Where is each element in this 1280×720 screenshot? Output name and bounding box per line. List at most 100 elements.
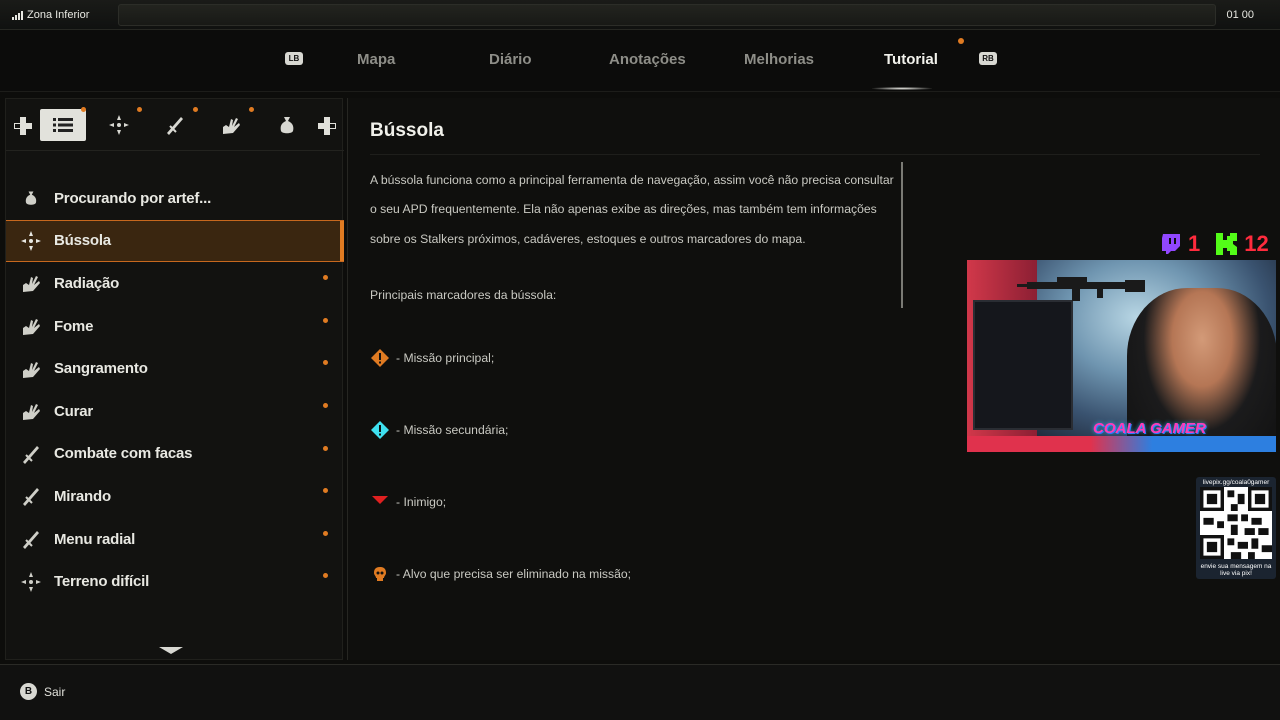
viewer-counts: 1 12	[1160, 231, 1269, 257]
marker-enemy: - Inimigo;	[370, 492, 446, 512]
tab-bar: LB Mapa Diário Anotações Melhorias Tutor…	[0, 30, 1280, 92]
red-triangle-icon	[370, 492, 390, 512]
new-indicator-dot	[323, 488, 328, 494]
tab-tutorial[interactable]: Tutorial	[884, 51, 938, 68]
hand-icon	[20, 315, 42, 337]
filter-all[interactable]	[40, 107, 86, 141]
twitch-viewer-count: 1	[1188, 231, 1201, 256]
compass-icon	[20, 571, 42, 593]
marker-side-mission: - Missão secundária;	[370, 420, 508, 440]
bag-icon	[20, 187, 42, 209]
donation-qr-panel: livepix.gg/coala0gamer envie sua mensage…	[1196, 477, 1276, 579]
twitch-icon	[1162, 234, 1180, 254]
new-indicator-dot	[323, 275, 328, 281]
skull-icon	[370, 564, 390, 584]
content-scrollbar[interactable]	[901, 162, 903, 308]
filter-items[interactable]	[264, 109, 310, 141]
dpad-left-icon[interactable]	[12, 115, 34, 137]
list-item-label: Combate com facas	[54, 445, 193, 463]
list-icon	[53, 118, 73, 132]
crosshair-icon	[109, 115, 129, 135]
list-item-label: Mirando	[54, 487, 111, 505]
marker-text: - Missão principal;	[396, 351, 495, 365]
hand-icon	[20, 358, 42, 380]
list-item[interactable]: Menu radial	[6, 518, 344, 561]
list-item-label: Radiação	[54, 274, 120, 292]
dpad-right-icon[interactable]	[316, 115, 338, 137]
marker-text: - Missão secundária;	[396, 423, 509, 437]
hud-frame-decoration	[118, 4, 1216, 26]
hand-icon	[20, 400, 42, 422]
new-indicator-dot	[323, 445, 328, 451]
content-paragraph: A bússola funciona como a principal ferr…	[370, 173, 894, 246]
bag-icon	[280, 117, 294, 134]
exit-label[interactable]: Sair	[44, 685, 65, 699]
clock: 01 00	[1226, 9, 1254, 21]
list-item[interactable]: Mirando	[6, 475, 344, 518]
bottom-bar: B Sair	[0, 664, 1280, 720]
title-divider	[370, 154, 1260, 155]
marker-text: - Inimigo;	[396, 495, 447, 509]
markers-subheading: Principais marcadores da bússola:	[370, 288, 557, 302]
orange-diamond-icon	[370, 348, 390, 368]
lb-button-badge[interactable]: LB	[285, 52, 303, 65]
content-title: Bússola	[370, 120, 444, 141]
filter-new-dot	[193, 107, 198, 112]
webcam-monitor	[973, 300, 1073, 430]
list-item-label: Procurando por artef...	[54, 189, 212, 207]
list-item[interactable]: Radiação	[6, 262, 344, 305]
b-button-icon[interactable]: B	[20, 683, 37, 700]
tab-anotacoes[interactable]: Anotações	[609, 51, 686, 68]
tutorial-list: Procurando por artef... Bússola Radiação…	[6, 177, 344, 603]
filter-new-dot	[249, 107, 254, 112]
marker-main-mission: - Missão principal;	[370, 348, 494, 368]
filter-new-dot	[81, 107, 86, 112]
list-item[interactable]: Terreno difícil	[6, 560, 344, 603]
zone-indicator: Zona Inferior	[12, 9, 89, 21]
list-item[interactable]: Procurando por artef...	[6, 177, 344, 220]
filter-new-dot	[137, 107, 142, 112]
webcam-frame-band	[967, 436, 1276, 452]
rifle-icon	[1017, 277, 1145, 301]
active-tab-indicator	[872, 87, 932, 90]
cyan-diamond-icon	[370, 420, 390, 440]
new-indicator-dot	[323, 317, 328, 323]
scroll-down-arrow-icon[interactable]	[159, 647, 183, 654]
list-item-selected[interactable]: Bússola	[6, 219, 344, 263]
knife-icon	[20, 485, 42, 507]
tab-mapa[interactable]: Mapa	[357, 51, 395, 68]
list-item[interactable]: Combate com facas	[6, 433, 344, 476]
hand-icon	[223, 118, 240, 134]
list-item[interactable]: Curar	[6, 390, 344, 433]
marker-target: - Alvo que precisa ser eliminado na miss…	[370, 564, 631, 584]
list-item-label: Terreno difícil	[54, 573, 150, 591]
new-indicator-dot	[323, 360, 328, 366]
list-item-label: Curar	[54, 402, 94, 420]
filter-survival[interactable]	[208, 107, 254, 141]
rb-button-badge[interactable]: RB	[979, 52, 997, 65]
webcam-overlay: COALA GAMER	[967, 260, 1276, 452]
new-indicator-dot	[323, 530, 328, 536]
stream-logo: COALA GAMER	[1093, 420, 1206, 437]
list-item[interactable]: Sangramento	[6, 347, 344, 390]
tab-notification-dot	[958, 38, 964, 44]
tab-diario[interactable]: Diário	[489, 51, 532, 68]
qr-caption: envie sua mensagem na live via pix!	[1200, 563, 1272, 577]
tab-melhorias[interactable]: Melhorias	[744, 51, 814, 68]
compass-icon	[20, 230, 42, 252]
tutorial-list-panel: Procurando por artef... Bússola Radiação…	[5, 98, 344, 660]
list-item-label: Fome	[54, 317, 94, 335]
qr-url: livepix.gg/coala0gamer	[1202, 479, 1270, 486]
signal-icon	[12, 10, 23, 20]
filter-navigation[interactable]	[96, 107, 142, 141]
knife-icon	[167, 117, 183, 135]
filter-combat[interactable]	[152, 107, 198, 141]
knife-icon	[20, 443, 42, 465]
list-item[interactable]: Fome	[6, 305, 344, 348]
knife-icon	[20, 528, 42, 550]
marker-text: - Alvo que precisa ser eliminado na miss…	[396, 567, 632, 581]
kick-viewer-count: 12	[1244, 231, 1269, 256]
list-item-label: Sangramento	[54, 360, 148, 378]
zone-name: Zona Inferior	[27, 9, 90, 21]
new-indicator-dot	[323, 402, 328, 408]
